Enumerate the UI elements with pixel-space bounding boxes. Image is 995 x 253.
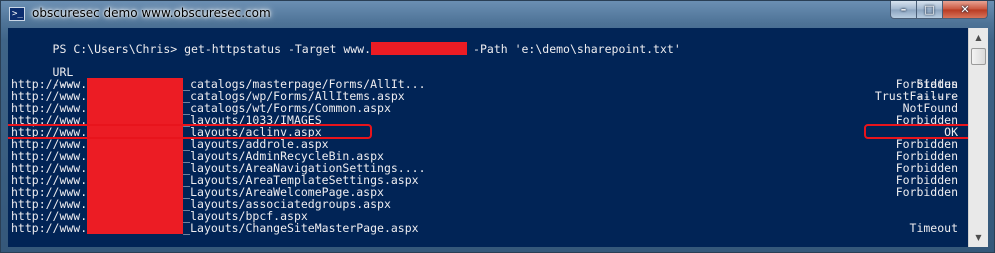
close-button[interactable]: ✕	[943, 1, 988, 19]
redacted-domain	[87, 198, 184, 210]
minimize-icon: –	[900, 3, 907, 16]
status-value: Forbidden	[895, 185, 958, 199]
redacted-domain	[87, 78, 184, 90]
maximize-icon: □	[924, 3, 935, 16]
table-row: http://www. _Layouts/AreaTemplateSettings…	[11, 174, 966, 186]
redacted-domain	[87, 174, 184, 186]
table-row: http://www. _layouts/bpcf.aspx	[11, 210, 966, 222]
window-title: obscuresec demo www.obscuresec.com	[32, 6, 271, 20]
redacted-domain	[87, 138, 184, 150]
url-path: _Layouts/ChangeSiteMasterPage.aspx	[183, 221, 419, 235]
status-value: Timeout	[909, 221, 958, 235]
highlight-url-ok	[8, 124, 372, 139]
redacted-domain	[87, 102, 184, 114]
redacted-domain	[87, 222, 184, 234]
vertical-scrollbar[interactable]: ▲ ▼	[968, 28, 988, 247]
caption-buttons: – □ ✕	[890, 1, 988, 20]
table-row: http://www. _catalogs/masterpage/Forms/Al…	[11, 78, 966, 90]
console-output[interactable]: PS C:\Users\Chris> get-httpstatus -Targe…	[8, 28, 968, 247]
scroll-thumb[interactable]	[971, 48, 986, 65]
table-row: http://www. _layouts/associatedgroups.asp…	[11, 198, 966, 210]
redacted-domain	[87, 210, 184, 222]
highlight-status-ok	[864, 124, 968, 139]
table-row: http://www. _layouts/AreaNavigationSettin…	[11, 162, 966, 174]
title-bar[interactable]: >_ obscuresec demo www.obscuresec.com – …	[1, 1, 995, 28]
table-row: http://www. _layouts/addrole.aspx Forbidde…	[11, 138, 966, 150]
scroll-down-icon[interactable]: ▼	[970, 229, 987, 246]
column-header: URL Status	[11, 54, 966, 90]
table-row: http://www. _catalogs/wt/Forms/Common.asp…	[11, 102, 966, 114]
powershell-window: >_ obscuresec demo www.obscuresec.com – …	[0, 0, 995, 253]
table-row: http://www. _Layouts/AreaWelcomePage.aspx…	[11, 186, 966, 198]
redacted-domain	[87, 162, 184, 174]
close-icon: ✕	[960, 3, 970, 16]
redacted-domain	[87, 150, 184, 162]
column-underline: --- ------	[11, 66, 966, 102]
maximize-button[interactable]: □	[917, 1, 943, 19]
minimize-button[interactable]: –	[890, 1, 917, 19]
scroll-up-icon[interactable]: ▲	[970, 29, 987, 46]
table-row: http://www. _layouts/AdminRecycleBin.aspx…	[11, 150, 966, 162]
redacted-domain	[87, 90, 184, 102]
powershell-icon[interactable]: >_	[9, 7, 25, 21]
redacted-domain	[87, 186, 184, 198]
table-row: http://www. _catalogs/wp/Forms/AllItems.a…	[11, 90, 966, 102]
url-prefix: http://www.	[11, 221, 88, 235]
table-row: http://www. _Layouts/ChangeSiteMasterPage…	[11, 222, 966, 234]
command-line: PS C:\Users\Chris> get-httpstatus -Targe…	[11, 30, 966, 55]
